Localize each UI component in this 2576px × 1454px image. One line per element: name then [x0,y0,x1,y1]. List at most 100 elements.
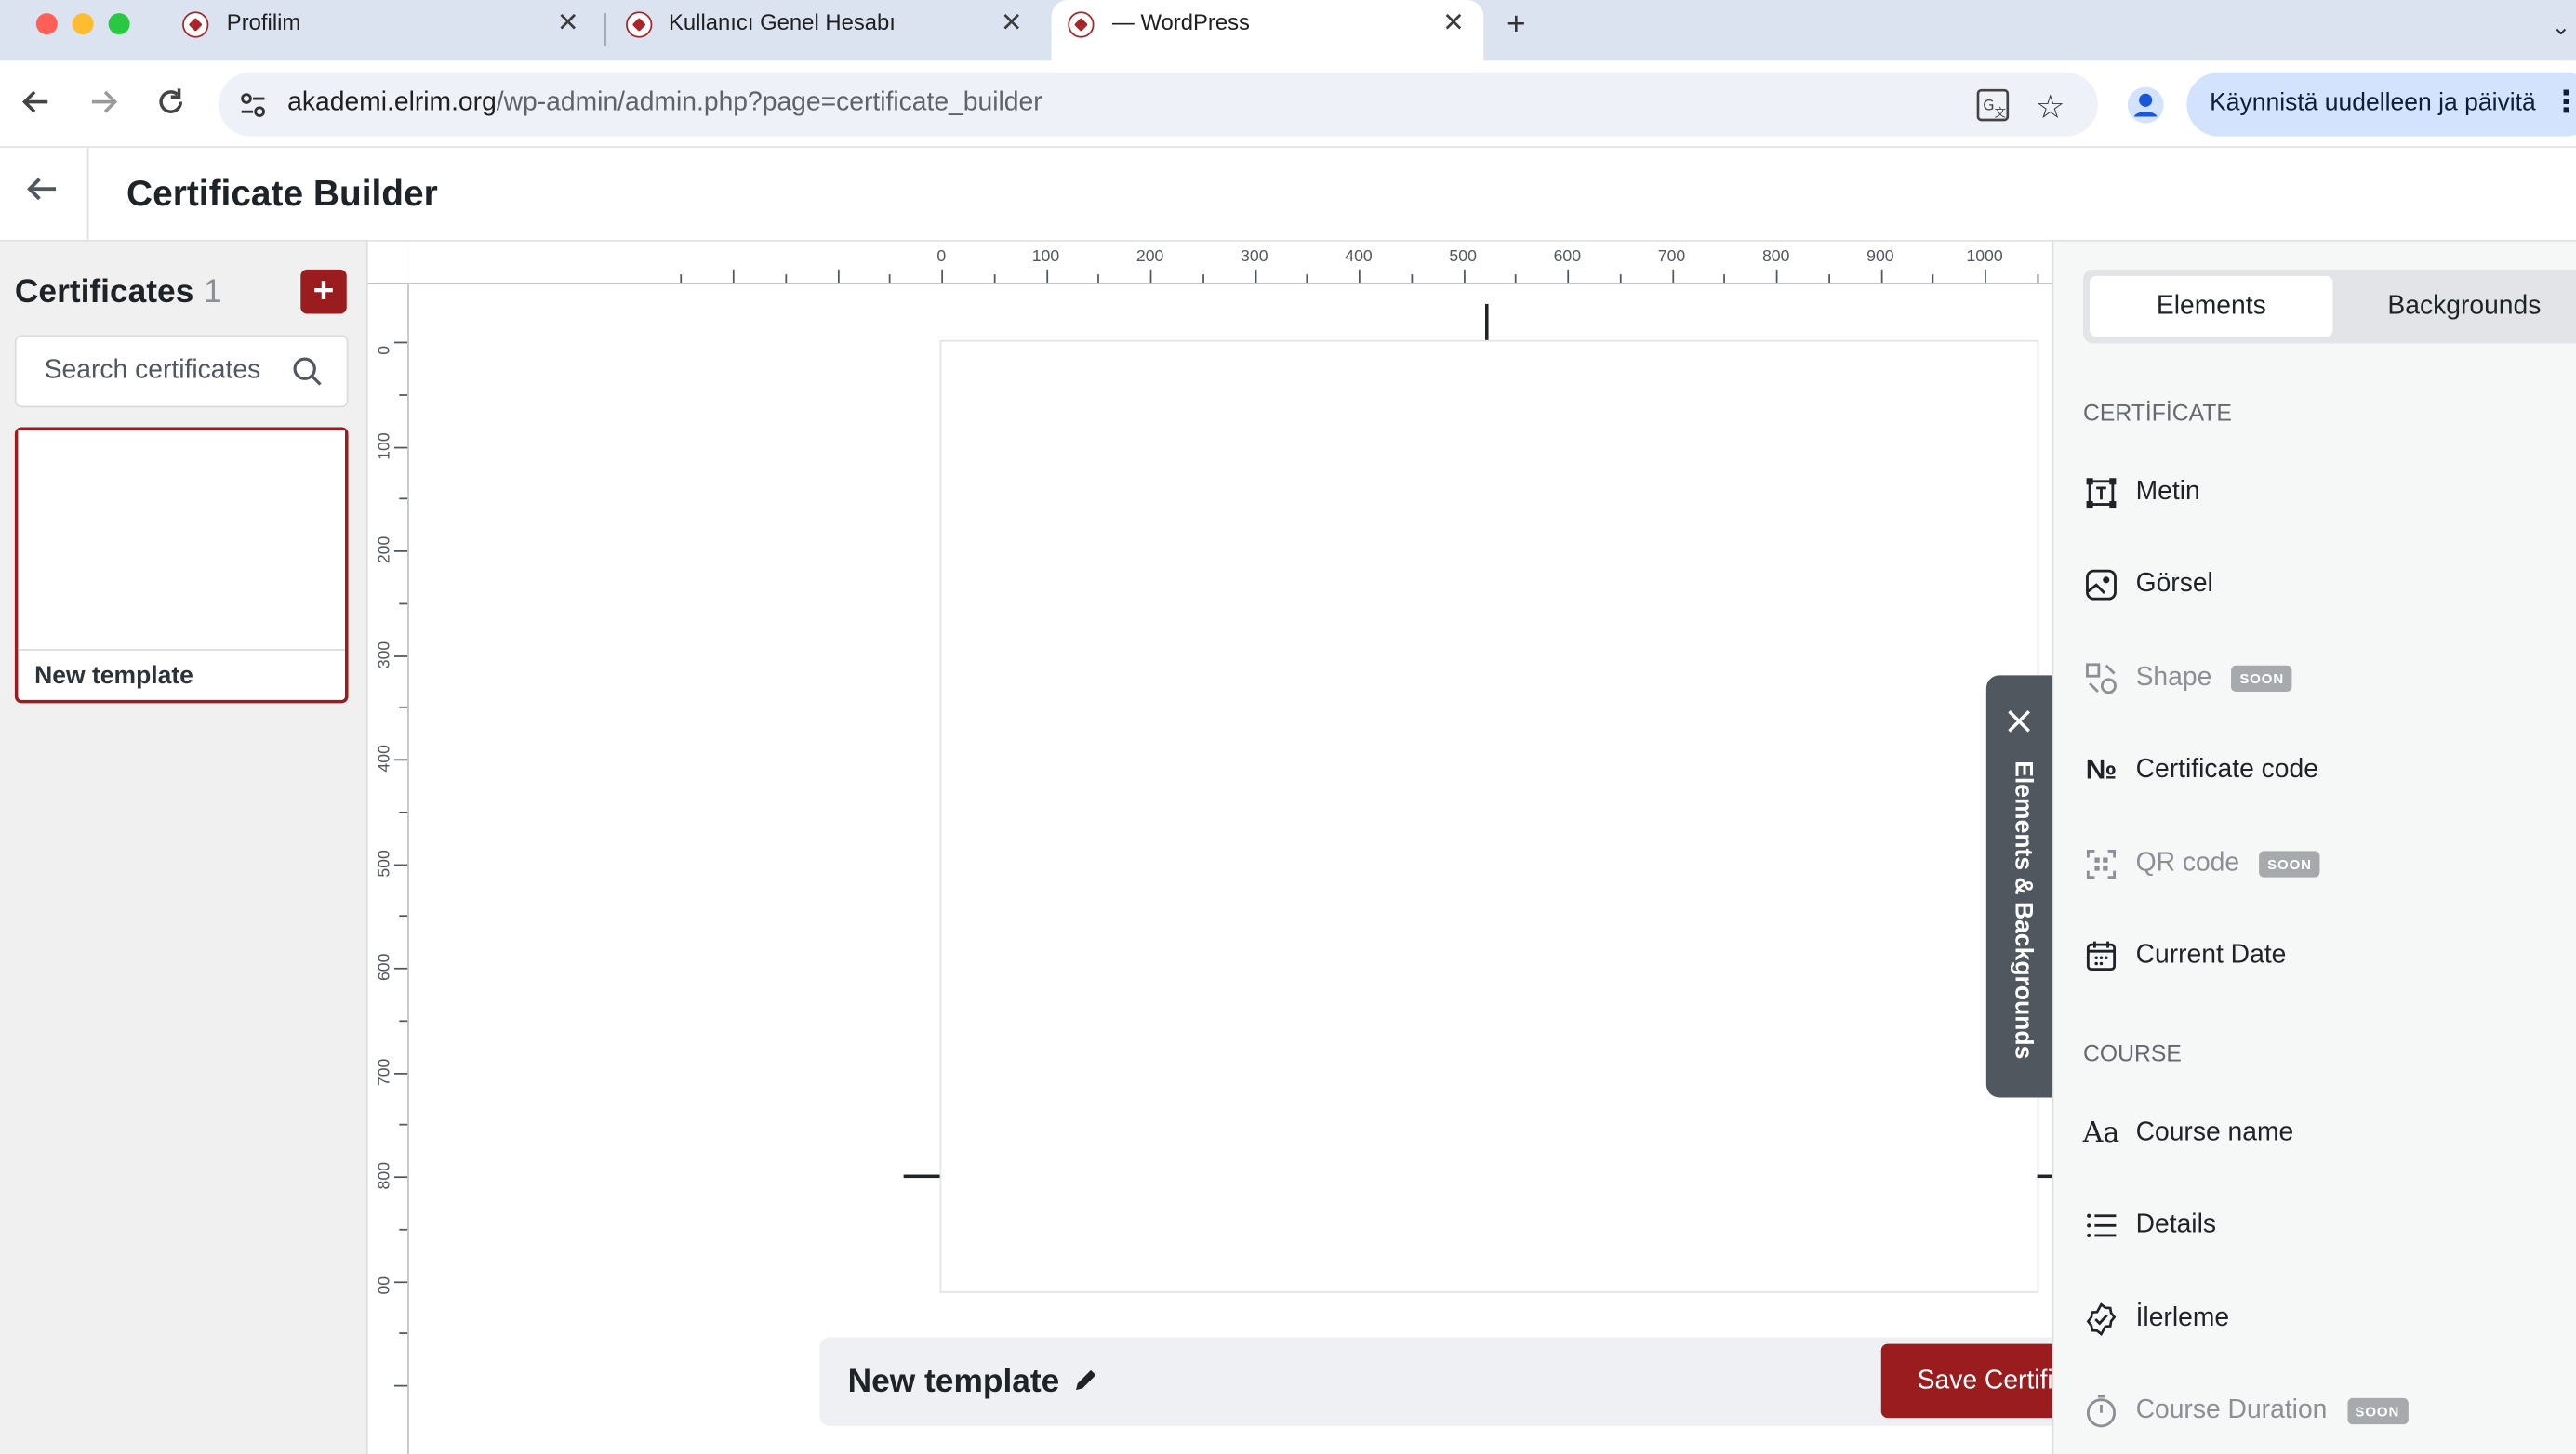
add-certificate-button[interactable]: + [300,269,347,314]
ruler-guide-horizontal-end[interactable] [2037,1174,2052,1178]
browser-tab-kullanici[interactable]: Kullanıcı Genel Hesabı ✕ [608,0,1043,60]
pencil-icon[interactable] [1071,1366,1101,1404]
badge-check-icon [2083,1302,2119,1338]
list-icon [2083,1208,2119,1244]
ruler-top-label: 700 [1657,247,1686,267]
image-icon [2083,567,2119,603]
ruler-tick [393,863,408,866]
ruler-tick [1358,269,1361,283]
search-icon[interactable] [292,356,322,394]
ruler-tick [1097,274,1100,283]
ruler-tick [393,1384,408,1387]
element-label: Course Duration [2135,1396,2328,1425]
reload-icon[interactable] [156,87,186,124]
ruler-tick [1619,274,1622,283]
profile-avatar-icon[interactable] [2127,86,2164,132]
tab-backgrounds[interactable]: Backgrounds [2341,276,2576,337]
element-details[interactable]: Details [2083,1201,2216,1250]
translate-icon[interactable]: G文 [1976,88,2010,129]
maximize-window-button[interactable] [108,13,130,35]
ruler-tick [2037,274,2038,283]
search-input[interactable] [16,337,288,406]
back-icon[interactable] [21,87,51,124]
ruler-left-label: 100 [376,431,394,459]
certificates-heading: Certificates [14,274,194,311]
ruler-tick [393,550,408,552]
ruler-left-label: 300 [376,640,394,668]
ruler-tick [1932,274,1934,283]
address-bar[interactable]: akademi.elrim.org/wp-admin/admin.php?pag… [218,72,2098,137]
ruler-tick [1879,269,1882,283]
element-label: Görsel [2135,570,2213,599]
soon-badge: SOON [2346,1397,2409,1425]
ruler-tick [1306,274,1308,283]
more-menu-icon[interactable]: ⋮ [2552,86,2576,120]
ruler-left-label: 800 [376,1161,394,1190]
element-shape: Shape SOON [2083,654,2292,703]
bookmark-star-icon[interactable]: ☆ [2036,87,2065,128]
ruler-tick [393,1072,408,1074]
search-certificates-field[interactable] [14,335,349,408]
forward-icon[interactable] [88,87,118,124]
svg-text:文: 文 [1995,105,2006,119]
element-gorsel[interactable]: Görsel [2083,561,2213,610]
browser-toolbar: akademi.elrim.org/wp-admin/admin.php?pag… [0,60,2576,149]
ruler-top-label: 0 [936,247,947,267]
ruler-tick [993,274,996,283]
tab-search-chevron-icon[interactable]: ⌄ [2552,10,2571,43]
qr-code-icon [2083,846,2119,882]
element-current-date[interactable]: Current Date [2083,932,2286,981]
ruler-tick [399,393,408,396]
browser-tab-wordpress[interactable]: — WordPress ✕ [1051,0,1484,61]
page-title: Certificate Builder [126,172,438,214]
elements-backgrounds-toggle[interactable]: Elements & Backgrounds [1985,675,2056,1098]
template-thumbnail [18,430,345,651]
site-info-icon[interactable] [238,90,268,128]
ruler-top-label: 400 [1345,247,1373,267]
builder-header: Certificate Builder [0,148,2576,242]
horizontal-ruler: 0 100 200 300 400 500 600 700 800 900 1000 [407,241,2052,284]
close-tab-icon[interactable]: ✕ [1001,7,1023,39]
browser-tab-profilim[interactable]: Profilim ✕ [165,0,600,60]
ruler-tick [399,1228,408,1231]
ruler-tick [1827,274,1830,283]
ruler-tick [399,1019,408,1022]
ruler-top-label: 100 [1031,247,1060,267]
ruler-tick [399,811,408,813]
ruler-guide-vertical[interactable] [1485,303,1488,340]
ruler-top-label: 1000 [1966,247,2003,267]
restart-update-button[interactable]: Käynnistä uudelleen ja päivitä ⋮ [2186,72,2576,137]
ruler-tick [680,274,683,283]
element-label: İlerleme [2135,1304,2230,1333]
ruler-tick [1149,269,1152,283]
tab-elements[interactable]: Elements [2090,275,2333,337]
element-metin[interactable]: Metin [2083,469,2200,518]
ruler-tick [889,274,891,283]
site-favicon-icon [182,11,209,38]
minimize-window-button[interactable] [72,13,94,35]
save-certificate-button[interactable]: Save Certificate [1880,1343,2052,1419]
tab-title: Profilim [226,9,301,35]
close-window-button[interactable] [35,13,58,35]
ruler-guide-horizontal[interactable] [903,1174,940,1178]
close-icon[interactable] [2006,708,2032,743]
new-tab-icon[interactable]: + [1507,8,1526,41]
certificate-canvas[interactable] [939,339,2039,1293]
element-ilerleme[interactable]: İlerleme [2083,1295,2229,1344]
close-tab-icon[interactable]: ✕ [557,7,579,39]
template-card[interactable]: New template [14,427,349,704]
element-certificate-code[interactable]: № Certificate code [2083,746,2318,795]
ruler-left-label: 00 [376,1276,394,1294]
element-label: Details [2135,1210,2216,1239]
close-tab-icon[interactable]: ✕ [1442,7,1465,39]
ruler-tick [1671,269,1674,283]
tab-title: Kullanıcı Genel Hesabı [669,9,896,35]
ruler-tick [1202,274,1204,283]
ruler-top-label: 600 [1553,247,1582,267]
toggle-label: Elements & Backgrounds [2009,760,2038,1060]
ruler-left-label: 0 [376,345,394,355]
back-arrow-icon[interactable] [23,171,60,218]
restart-update-label: Käynnistä uudelleen ja päivitä [2210,88,2536,117]
ruler-tick [399,1124,408,1126]
element-course-name[interactable]: Aa Course name [2083,1109,2294,1158]
